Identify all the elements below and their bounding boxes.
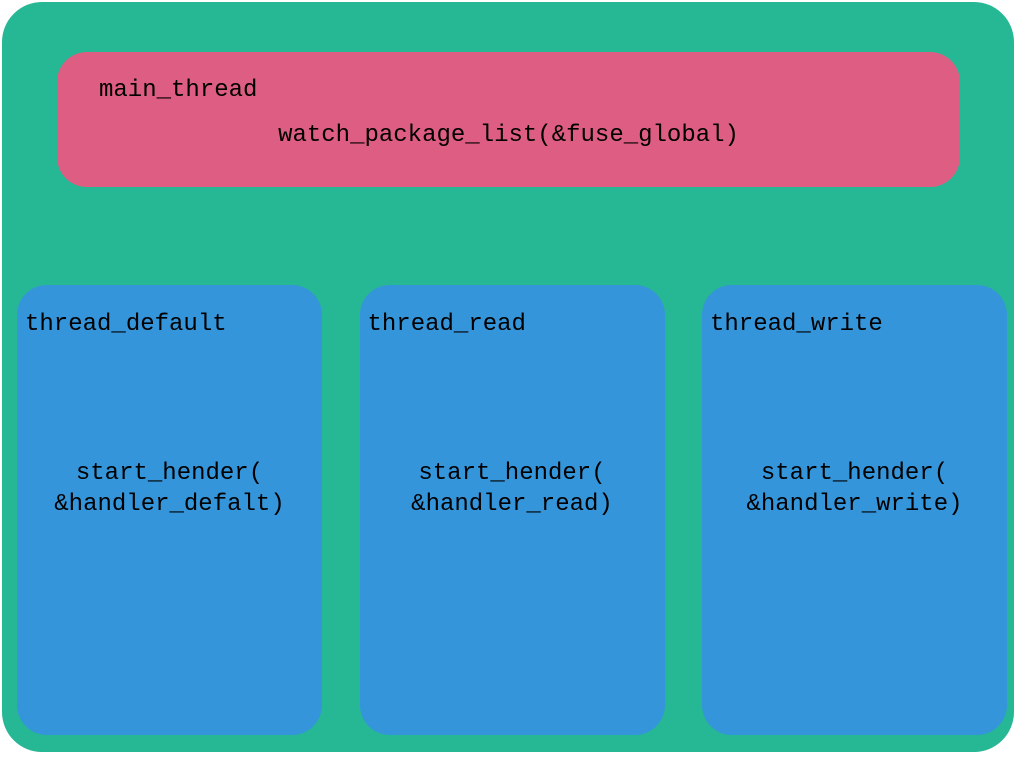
thread-write-box: thread_write start_hender( &handler_writ…	[702, 285, 1007, 735]
thread-read-call-line2: &handler_read)	[411, 491, 613, 518]
thread-read-call-line1: start_hender(	[418, 460, 605, 487]
thread-default-call: start_hender( &handler_defalt)	[17, 458, 322, 520]
thread-write-call-line2: &handler_write)	[746, 491, 962, 518]
thread-write-call: start_hender( &handler_write)	[702, 458, 1007, 520]
main-thread-title: main_thread	[99, 77, 930, 104]
thread-read-box: thread_read start_hender( &handler_read)	[360, 285, 665, 735]
thread-read-title: thread_read	[368, 311, 665, 338]
thread-default-call-line2: &handler_defalt)	[54, 491, 284, 518]
thread-read-call: start_hender( &handler_read)	[360, 458, 665, 520]
threads-row: thread_default start_hender( &handler_de…	[17, 285, 1007, 735]
main-thread-call: watch_package_list(&fuse_global)	[87, 122, 930, 149]
main-thread-box: main_thread watch_package_list(&fuse_glo…	[57, 52, 960, 187]
thread-write-title: thread_write	[710, 311, 1007, 338]
thread-default-box: thread_default start_hender( &handler_de…	[17, 285, 322, 735]
thread-default-title: thread_default	[25, 311, 322, 338]
thread-write-call-line1: start_hender(	[761, 460, 948, 487]
diagram-container: main_thread watch_package_list(&fuse_glo…	[2, 2, 1014, 752]
thread-default-call-line1: start_hender(	[76, 460, 263, 487]
